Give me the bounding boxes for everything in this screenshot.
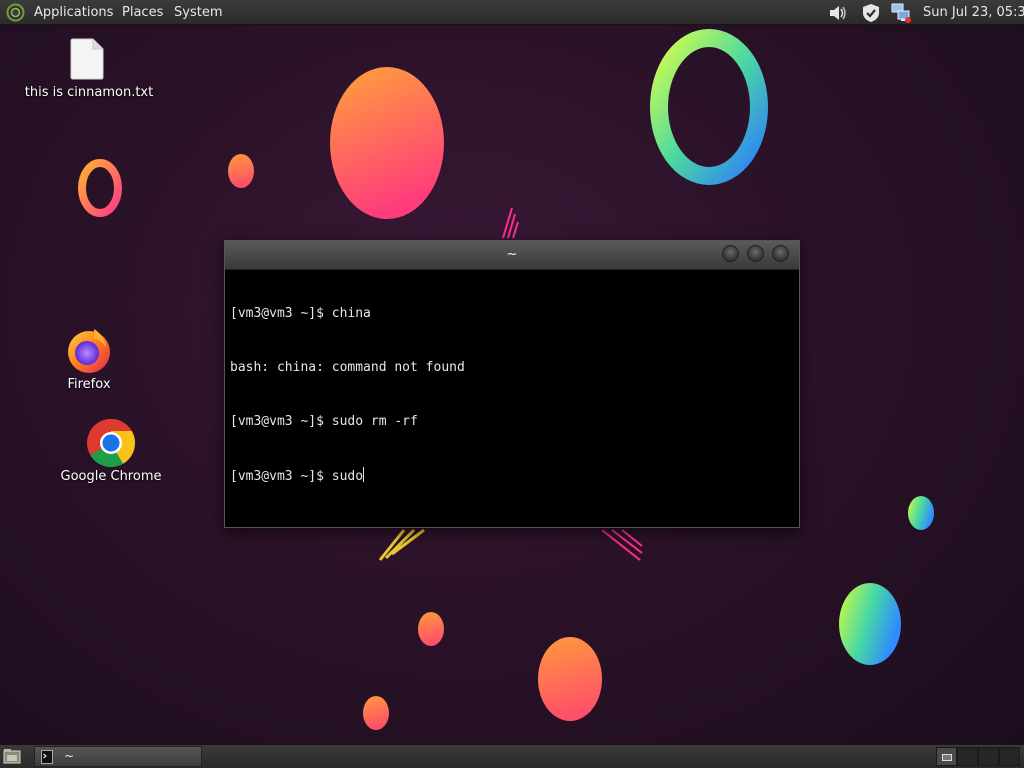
- volume-icon[interactable]: [826, 2, 848, 24]
- shield-check-icon[interactable]: [860, 2, 882, 24]
- green-blue-dot: [908, 496, 934, 530]
- terminal-line: [vm3@vm3 ~]$ china: [230, 306, 371, 321]
- orange-blob: [330, 67, 444, 219]
- workspace-1[interactable]: [936, 747, 957, 766]
- minimize-button[interactable]: [722, 245, 739, 262]
- text-cursor: [363, 467, 365, 482]
- taskbar-item-terminal[interactable]: ~: [34, 746, 202, 767]
- terminal-output[interactable]: [vm3@vm3 ~]$ china bash: china: command …: [230, 269, 794, 524]
- cinnamon-menu-icon[interactable]: [6, 3, 25, 22]
- window-title: ~: [506, 247, 518, 262]
- desktop-icon-google-chrome[interactable]: Google Chrome: [52, 418, 170, 488]
- orange-dot: [228, 154, 254, 188]
- desktop-icon-label: Google Chrome: [60, 469, 162, 484]
- workspace-4[interactable]: [999, 747, 1020, 766]
- show-desktop-icon[interactable]: [3, 748, 21, 765]
- desktop-icon-firefox[interactable]: Firefox: [50, 325, 128, 395]
- terminal-titlebar[interactable]: ~: [225, 241, 799, 270]
- workspace-switcher: [936, 747, 1022, 766]
- system-menu[interactable]: System: [174, 4, 222, 21]
- bottom-panel: ~: [0, 744, 1024, 768]
- places-menu[interactable]: Places: [122, 4, 163, 21]
- workspace-window-thumbnail: [942, 754, 952, 761]
- terminal-line: [vm3@vm3 ~]$ sudo rm -rf: [230, 414, 418, 429]
- desktop-icon-label: this is cinnamon.txt: [24, 85, 154, 100]
- top-panel: Applications Places System Sun Jul 23, 0…: [0, 0, 1024, 25]
- terminal-prompt-line[interactable]: [vm3@vm3 ~]$ sudo: [230, 467, 794, 485]
- applications-menu[interactable]: Applications: [34, 4, 113, 21]
- pink-streaks: [502, 207, 519, 239]
- text-file-icon: [70, 38, 104, 80]
- terminal-icon: [41, 750, 53, 764]
- terminal-current-input: [vm3@vm3 ~]$ sudo: [230, 469, 364, 484]
- orange-dot: [418, 612, 444, 646]
- gradient-ring: [650, 29, 768, 185]
- clock[interactable]: Sun Jul 23, 05:34: [923, 4, 1024, 21]
- desktop-icon-text-file[interactable]: this is cinnamon.txt: [22, 36, 156, 106]
- terminal-line: bash: china: command not found: [230, 360, 465, 375]
- workspace-2[interactable]: [957, 747, 978, 766]
- orange-dot: [363, 696, 389, 730]
- firefox-icon: [68, 329, 110, 373]
- orange-blob: [538, 637, 602, 721]
- maximize-button[interactable]: [747, 245, 764, 262]
- taskbar-item-label: ~: [64, 749, 75, 763]
- google-chrome-icon: [87, 418, 136, 468]
- close-button[interactable]: [772, 245, 789, 262]
- network-icon[interactable]: [890, 2, 912, 24]
- workspace-3[interactable]: [978, 747, 999, 766]
- yellow-streaks: [378, 528, 425, 561]
- desktop-icon-label: Firefox: [67, 377, 111, 392]
- terminal-window[interactable]: ~ [vm3@vm3 ~]$ china bash: china: comman…: [224, 240, 800, 528]
- pink-streaks: [601, 529, 643, 561]
- pink-ring: [78, 159, 122, 217]
- green-blue-blob: [839, 583, 901, 665]
